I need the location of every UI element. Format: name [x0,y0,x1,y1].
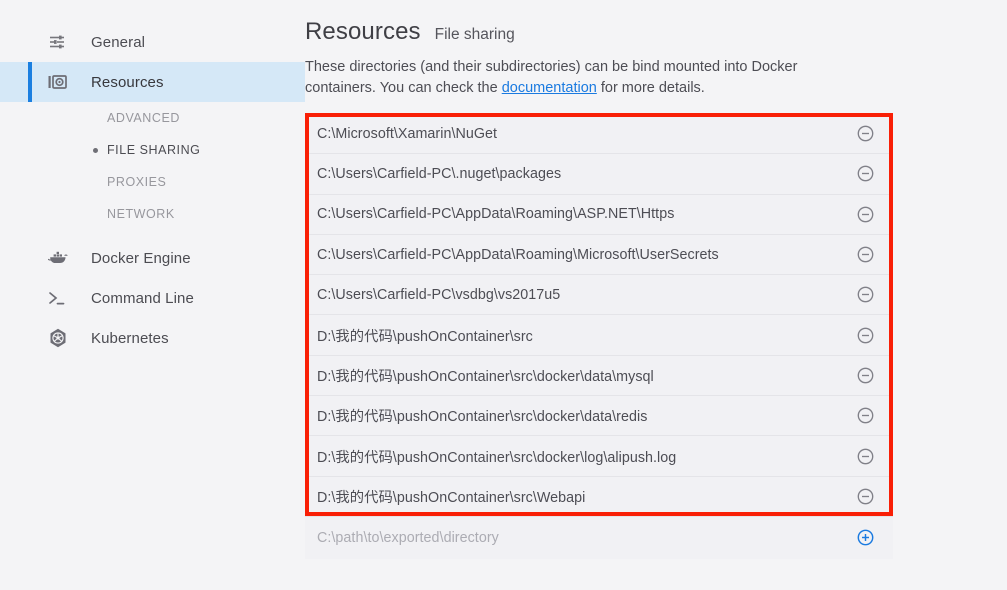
minus-circle-icon[interactable] [855,245,875,265]
sidebar-item-label: General [91,33,146,51]
shared-path-text: C:\Users\Carfield-PC\AppData\Roaming\Mic… [317,246,719,263]
add-path-input[interactable]: C:\path\to\exported\directory [317,530,855,546]
table-row[interactable]: C:\Users\Carfield-PC\AppData\Roaming\Mic… [305,234,893,276]
page-subtitle: File sharing [434,26,515,43]
page-description: These directories (and their subdirector… [305,57,845,99]
shared-paths-list: C:\Microsoft\Xamarin\NuGet C:\Users\Carf… [305,113,893,517]
documentation-link[interactable]: documentation [502,80,597,96]
sidebar-subitem-network[interactable]: NETWORK [0,198,305,230]
main-content: Resources File sharing These directories… [305,0,1007,590]
minus-circle-icon[interactable] [855,124,875,144]
file-sharing-section: C:\Microsoft\Xamarin\NuGet C:\Users\Carf… [305,113,893,559]
page-header: Resources File sharing [305,18,983,46]
minus-circle-icon[interactable] [855,204,875,224]
resources-icon [48,73,74,91]
minus-circle-icon[interactable] [855,446,875,466]
add-path-row[interactable]: C:\path\to\exported\directory [305,516,893,559]
minus-circle-icon[interactable] [855,406,875,426]
settings-sidebar: General Resources ADVANCED FILE SHARING … [0,0,305,590]
table-row[interactable]: C:\Users\Carfield-PC\AppData\Roaming\ASP… [305,194,893,235]
shared-path-text: D:\我的代码\pushOnContainer\src\docker\log\a… [317,449,677,466]
kubernetes-icon [48,328,74,348]
sidebar-subitem-label: FILE SHARING [107,143,201,157]
sidebar-subitem-label: PROXIES [107,175,167,189]
minus-circle-icon[interactable] [855,285,875,305]
sidebar-item-label: Docker Engine [91,249,191,267]
table-row[interactable]: D:\我的代码\pushOnContainer\src\docker\data\… [305,396,893,437]
sidebar-subitem-label: ADVANCED [107,111,180,125]
shared-path-text: C:\Users\Carfield-PC\AppData\Roaming\ASP… [317,206,675,223]
table-row[interactable]: C:\Users\Carfield-PC\.nuget\packages [305,154,893,195]
shared-path-text: C:\Users\Carfield-PC\.nuget\packages [317,165,562,182]
table-row[interactable]: D:\我的代码\pushOnContainer\src [305,315,893,356]
minus-circle-icon[interactable] [855,325,875,345]
sliders-icon [48,33,74,51]
settings-window: General Resources ADVANCED FILE SHARING … [0,0,1007,590]
minus-circle-icon[interactable] [855,164,875,184]
shared-path-text: D:\我的代码\pushOnContainer\src\Webapi [317,489,586,506]
sidebar-item-kubernetes[interactable]: Kubernetes [0,318,305,358]
sidebar-item-docker-engine[interactable]: Docker Engine [0,238,305,278]
table-row[interactable]: D:\我的代码\pushOnContainer\src\Webapi [305,476,893,517]
page-title: Resources [305,18,421,45]
shared-path-text: D:\我的代码\pushOnContainer\src\docker\data\… [317,409,648,426]
minus-circle-icon[interactable] [855,365,875,385]
sidebar-subitem-label: NETWORK [107,207,175,221]
table-row[interactable]: D:\我的代码\pushOnContainer\src\docker\data\… [305,355,893,397]
plus-circle-icon[interactable] [855,528,875,548]
sidebar-item-command-line[interactable]: Command Line [0,278,305,318]
sidebar-item-label: Kubernetes [91,329,169,347]
shared-path-text: D:\我的代码\pushOnContainer\src\docker\data\… [317,368,654,385]
sidebar-item-label: Command Line [91,289,194,307]
sidebar-item-general[interactable]: General [0,22,305,62]
shared-path-text: D:\我的代码\pushOnContainer\src [317,328,533,345]
docker-whale-icon [48,250,74,266]
table-row[interactable]: D:\我的代码\pushOnContainer\src\docker\log\a… [305,436,893,477]
table-row[interactable]: C:\Users\Carfield-PC\vsdbg\vs2017u5 [305,275,893,316]
shared-path-text: C:\Microsoft\Xamarin\NuGet [317,125,498,142]
sidebar-subitem-proxies[interactable]: PROXIES [0,166,305,198]
sidebar-subitem-advanced[interactable]: ADVANCED [0,102,305,134]
table-row[interactable]: C:\Microsoft\Xamarin\NuGet [305,114,893,155]
sidebar-subitem-file-sharing[interactable]: FILE SHARING [0,134,305,166]
shared-path-text: C:\Users\Carfield-PC\vsdbg\vs2017u5 [317,286,561,303]
description-text-after: for more details. [596,80,705,96]
sidebar-item-resources[interactable]: Resources [0,62,305,102]
active-bullet-icon [93,147,98,153]
minus-circle-icon[interactable] [855,486,875,506]
sidebar-item-label: Resources [91,73,164,91]
terminal-icon [48,290,74,306]
